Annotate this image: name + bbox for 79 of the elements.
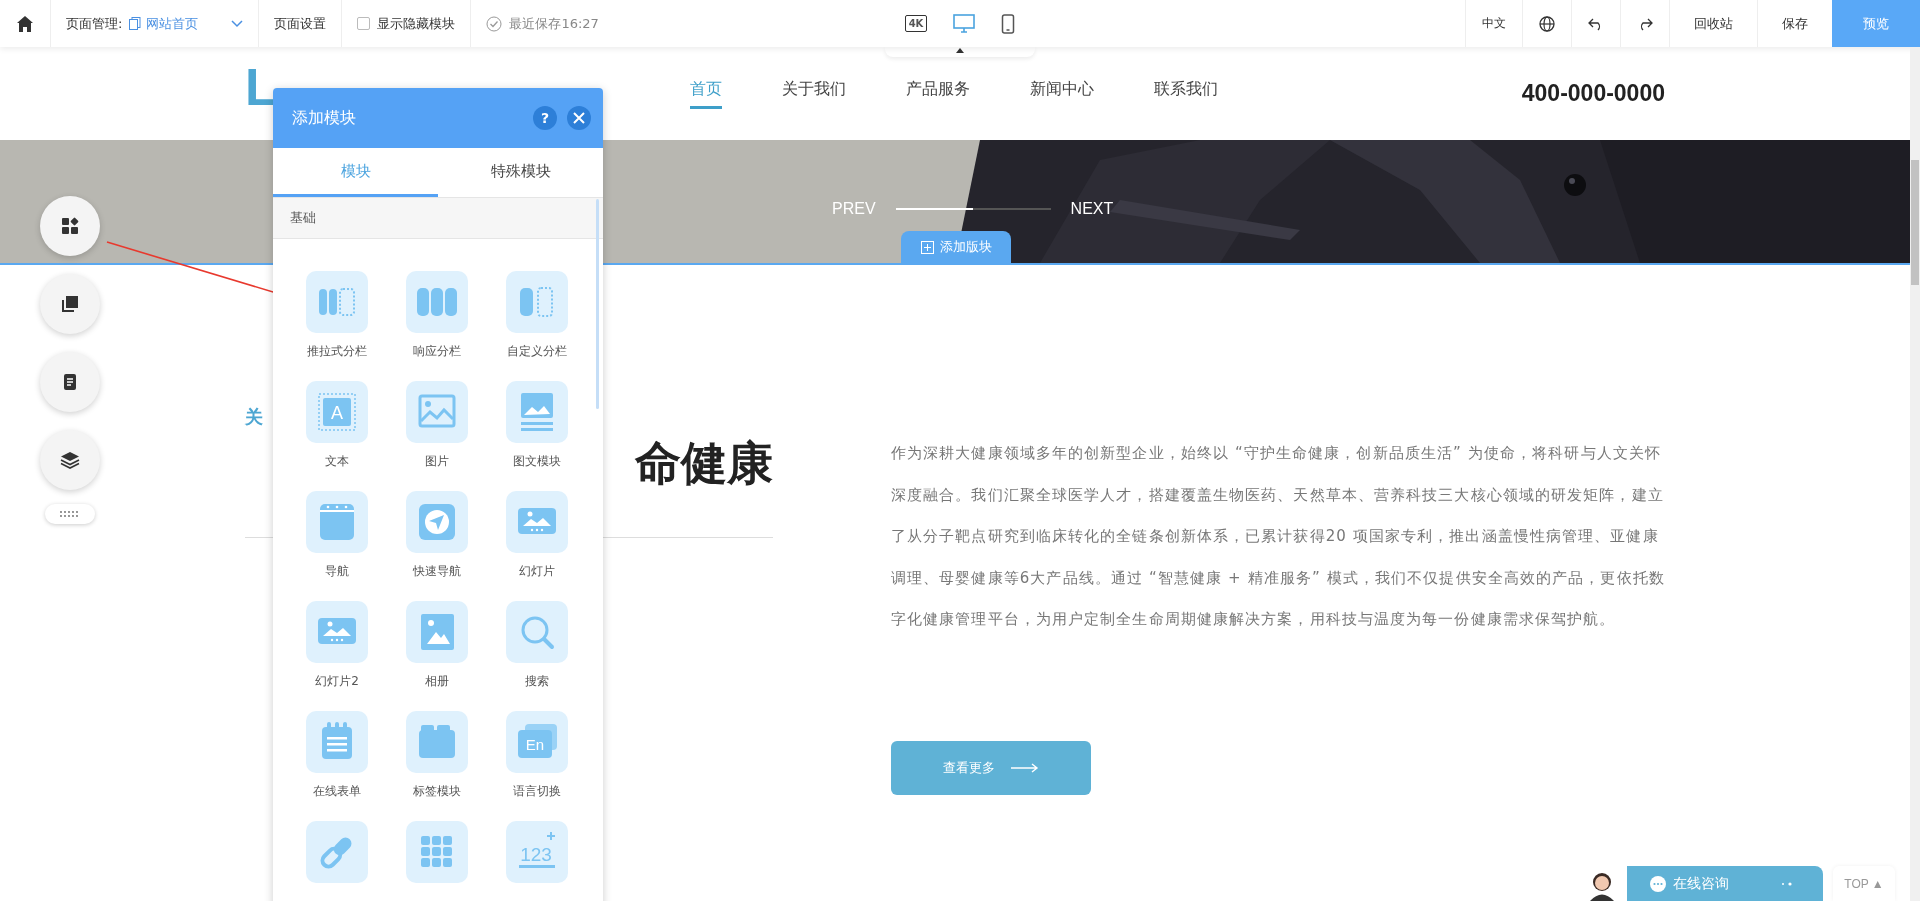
layers-button[interactable] <box>40 430 100 490</box>
notepad-icon <box>306 711 368 773</box>
desktop-view-button[interactable] <box>953 13 976 34</box>
compass-icon <box>406 491 468 553</box>
nav-link[interactable]: 产品服务 <box>906 78 970 109</box>
module-button[interactable]: 幻灯片 <box>487 491 587 589</box>
scrollbar[interactable] <box>596 199 599 409</box>
page-select[interactable]: 网站首页 <box>129 14 244 33</box>
check-circle-icon <box>486 15 503 32</box>
about-paragraph: 作为深耕大健康领域多年的创新型企业，始终以 “守护生命健康，创新品质生活” 为使命，将科研与人文关怀深度融合。我们汇聚全球医学人才，搭建覆盖生物医药、天然草本、营养科技三大核心领域的研发矩阵，建立了从分子靶点研究到临床转化的全链条创新体系，已累计获得20 项国家专利，推出涵盖慢性病管理、亚健康调理、母婴健康等6大产品线。通过 “智慧健康 + 精准服务” 模式，我们不仅提供安全高效的产品，更依托数字化健康管理平台，为用户定制全生命周期健康解决方案，用科技与温度为每一份健康需求保驾护航。 <box>890 443 1665 630</box>
page-button[interactable] <box>40 352 100 412</box>
phone-icon <box>1001 13 1016 34</box>
show-hidden-checkbox[interactable] <box>357 17 371 30</box>
module-button[interactable]: 在线表单 <box>287 711 387 809</box>
nav-link[interactable]: 关于我们 <box>782 78 846 109</box>
folder-icon <box>406 711 468 773</box>
module-button[interactable]: En 语言切换 <box>487 711 587 809</box>
section-label: 关 <box>245 405 263 429</box>
frame-icon: A <box>306 381 368 443</box>
pages-icon <box>129 17 142 30</box>
next-link[interactable]: NEXT <box>1070 200 1114 218</box>
drag-handle[interactable] <box>45 504 95 524</box>
counter-icon: 123 <box>506 821 568 883</box>
nav-link[interactable]: 联系我们 <box>1154 78 1218 109</box>
close-icon <box>572 111 586 125</box>
section-heading: 命健康 <box>634 435 773 492</box>
scrollbar[interactable] <box>1910 47 1920 901</box>
copy-icon <box>60 294 80 314</box>
module-button[interactable]: 图文模块 <box>487 381 587 479</box>
monitor-icon <box>953 13 976 34</box>
module-button[interactable]: 标签模块 <box>387 711 487 809</box>
module-button[interactable]: 搜索 <box>487 601 587 699</box>
columns-icon <box>406 271 468 333</box>
chat-bubble-icon <box>1649 874 1667 893</box>
page-manager-label: 页面管理: <box>66 14 123 33</box>
search-icon <box>506 601 568 663</box>
image-text-icon <box>506 381 568 443</box>
panel-tab[interactable]: 特殊模块 <box>438 148 603 197</box>
widgets-icon <box>60 216 80 236</box>
copy-button[interactable] <box>40 274 100 334</box>
grid-icon <box>406 821 468 883</box>
4k-button[interactable]: 4K <box>904 15 928 32</box>
module-button[interactable]: 相册 <box>387 601 487 699</box>
show-hidden-label: 显示隐藏模块 <box>377 14 456 33</box>
close-button[interactable] <box>567 106 591 130</box>
nav-link[interactable]: 新闻中心 <box>1030 78 1094 109</box>
last-saved-text: 最近保存16:27 <box>509 14 599 33</box>
image-icon <box>406 381 468 443</box>
plus-icon <box>920 240 934 254</box>
module-button[interactable]: 图片 <box>387 381 487 479</box>
module-button[interactable]: 推拉式分栏 <box>287 271 387 369</box>
caret-icon <box>231 19 244 28</box>
layers-icon <box>59 450 81 470</box>
module-button[interactable]: 快速导航 <box>387 491 487 589</box>
phone-number: 400-000-0000 <box>1521 80 1665 107</box>
globe-icon <box>1539 15 1555 32</box>
language-button[interactable]: 中文 <box>1465 0 1522 47</box>
window-icon <box>306 491 368 553</box>
dots-icon <box>59 511 81 517</box>
module-button[interactable]: 导航 <box>287 491 387 589</box>
help-button[interactable]: ? <box>533 106 557 130</box>
album-icon <box>406 601 468 663</box>
recycle-bin-button[interactable]: 回收站 <box>1669 0 1757 47</box>
section-header: 基础 <box>273 197 603 239</box>
arrow-icon <box>1010 762 1039 773</box>
panel-title: 添加模块 <box>292 107 356 129</box>
mobile-view-button[interactable] <box>1001 13 1016 34</box>
slideshow-icon <box>306 601 368 663</box>
module-button[interactable]: A 文本 <box>287 381 387 479</box>
home-icon[interactable] <box>16 14 34 33</box>
cards-icon: En <box>506 711 568 773</box>
columns-icon <box>506 271 568 333</box>
link-icon <box>306 821 368 883</box>
module-button[interactable]: 响应分栏 <box>387 271 487 369</box>
columns-icon <box>306 271 368 333</box>
page-settings-button[interactable]: 页面设置 <box>274 14 327 33</box>
module-button[interactable]: 自定义分栏 <box>487 271 587 369</box>
slideshow-icon <box>506 491 568 553</box>
module-button[interactable]: 幻灯片2 <box>287 601 387 699</box>
